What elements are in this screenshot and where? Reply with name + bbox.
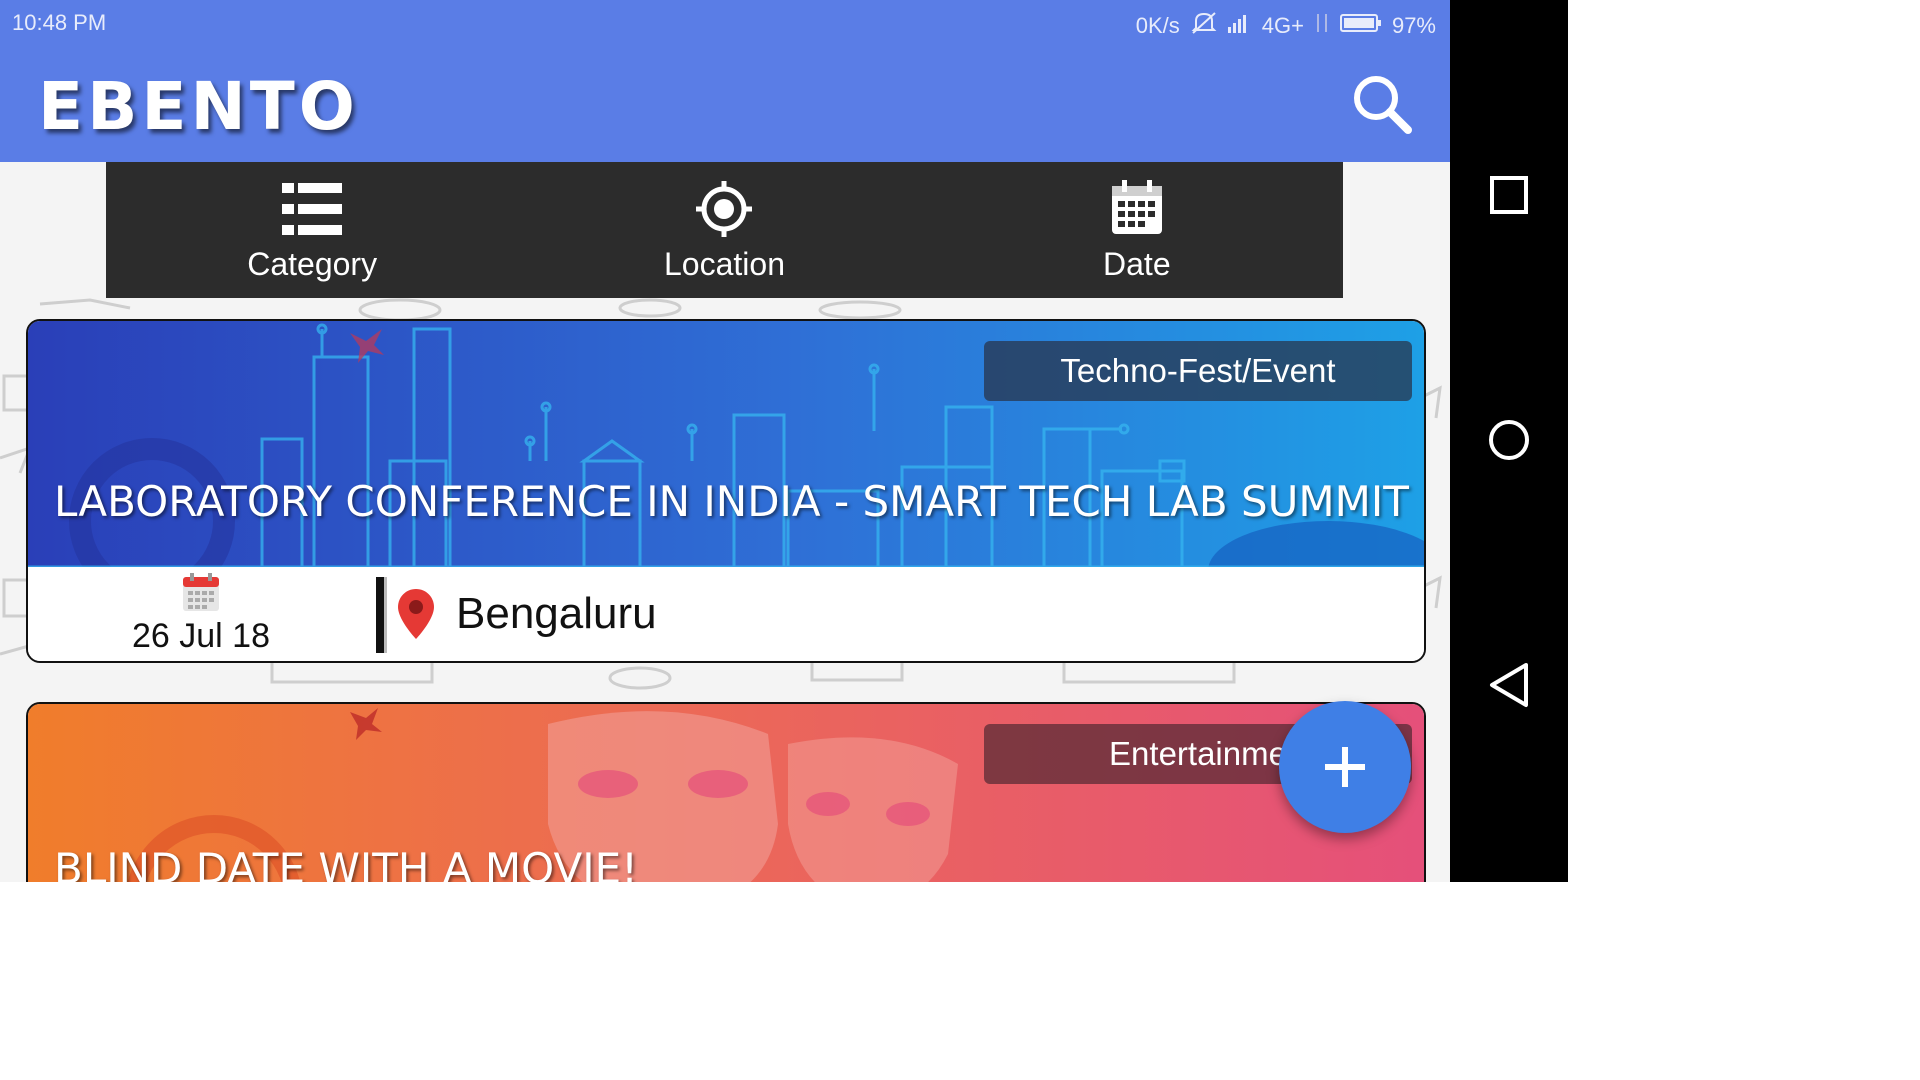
circle-icon [1489, 420, 1529, 460]
map-pin-icon [398, 589, 434, 639]
event-card[interactable]: Techno-Fest/Event LABORATORY CONFERENCE … [26, 319, 1426, 663]
event-location: Bengaluru [456, 589, 657, 638]
plus-icon [1325, 747, 1365, 787]
mute-icon [1190, 10, 1218, 42]
home-button[interactable] [1484, 415, 1534, 465]
filter-date[interactable]: Date [931, 162, 1343, 298]
filter-date-label: Date [1103, 245, 1171, 282]
data-arrows-icon [1314, 12, 1330, 40]
back-button[interactable] [1484, 660, 1534, 710]
event-banner: Techno-Fest/Event LABORATORY CONFERENCE … [28, 321, 1424, 567]
divider [376, 577, 387, 653]
network-type: 4G+ [1261, 13, 1304, 38]
event-card[interactable]: Entertainme BLIND DATE WITH A MOVIE! [26, 702, 1426, 882]
system-nav-bar [1450, 0, 1568, 882]
status-time: 10:48 PM [12, 10, 107, 35]
filter-location-label: Location [664, 245, 785, 282]
battery-level: 97% [1391, 13, 1436, 38]
event-banner: Entertainme BLIND DATE WITH A MOVIE! [28, 704, 1424, 882]
event-title: LABORATORY CONFERENCE IN INDIA - SMART T… [54, 477, 1409, 526]
square-icon [1490, 176, 1528, 214]
event-location-box: Bengaluru [398, 567, 657, 661]
event-title: BLIND DATE WITH A MOVIE! [54, 844, 638, 882]
status-bar: 10:48 PM 0K/s 4G+ 97% [0, 0, 1450, 44]
calendar-icon [1111, 179, 1162, 234]
target-icon [696, 180, 753, 237]
app-title: EBENTO [38, 68, 359, 145]
recents-button[interactable] [1484, 170, 1534, 220]
battery-icon [1339, 13, 1382, 39]
app-bar: EBENTO [0, 44, 1450, 162]
event-details: 26 Jul 18 Bengaluru [28, 567, 1424, 661]
event-date: 26 Jul 18 [132, 616, 270, 655]
list-icon [282, 182, 343, 235]
category-badge: Techno-Fest/Event [984, 341, 1412, 401]
filter-category-label: Category [247, 245, 378, 282]
search-icon [1354, 76, 1412, 134]
calendar-icon [183, 572, 219, 611]
status-indicators: 0K/s 4G+ 97% [1136, 10, 1436, 42]
event-date-box: 26 Jul 18 [28, 567, 374, 661]
add-event-button[interactable] [1279, 701, 1411, 833]
app-screen: 10:48 PM 0K/s 4G+ 97% EBENTO Category Lo… [0, 0, 1450, 882]
filter-category[interactable]: Category [106, 162, 518, 298]
filter-bar: Category Location Date [106, 162, 1343, 298]
search-button[interactable] [1350, 72, 1414, 136]
network-speed: 0K/s [1135, 13, 1180, 38]
signal-icon [1227, 13, 1252, 39]
back-triangle-icon [1490, 663, 1528, 707]
filter-location[interactable]: Location [518, 162, 930, 298]
